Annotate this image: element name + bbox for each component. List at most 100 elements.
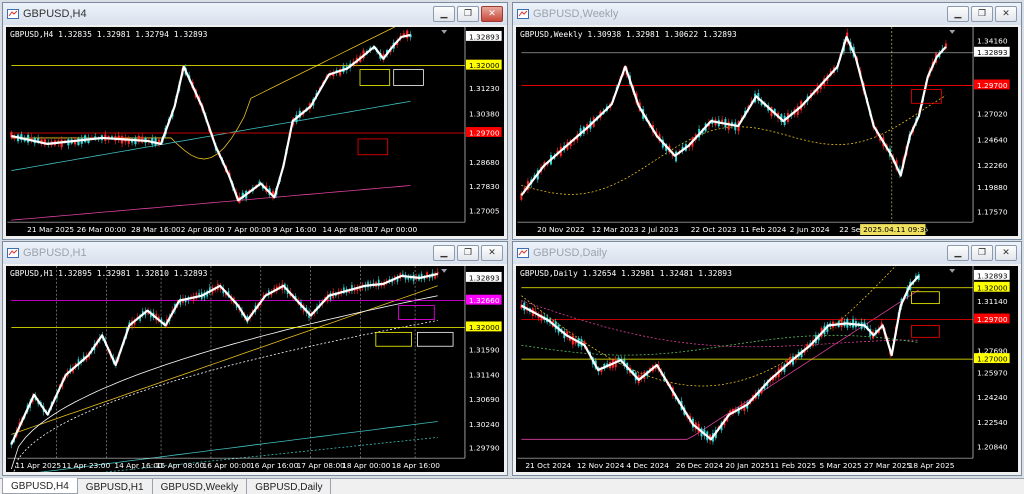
svg-text:1.22540: 1.22540 <box>977 418 1008 427</box>
price-label: 1.27000 <box>973 353 1010 364</box>
time-label: 11 Apr 2025 <box>15 461 61 470</box>
svg-text:1.17570: 1.17570 <box>977 208 1008 217</box>
time-label: 2 Apr 08:00 <box>181 225 225 234</box>
chart-window-h4: GBPUSD,H4 ▁ ❐ ✕ GBPUSD,H4 1.32835 1.3298… <box>2 2 508 240</box>
price-chart[interactable]: GBPUSD,H4 1.32835 1.32981 1.32794 1.3289… <box>6 27 504 236</box>
window-titlebar[interactable]: GBPUSD,H4 ▁ ❐ ✕ <box>3 3 507 25</box>
minimize-button[interactable]: ▁ <box>433 6 455 22</box>
window-titlebar[interactable]: GBPUSD,Daily ▁ ❐ ✕ <box>513 242 1021 264</box>
time-label: 12 Mar 2023 <box>592 225 639 234</box>
close-button[interactable]: ✕ <box>481 6 503 22</box>
price-label: 1.32000 <box>465 321 502 332</box>
close-button[interactable]: ✕ <box>481 245 503 261</box>
svg-text:1.31140: 1.31140 <box>469 370 500 379</box>
price-chart[interactable]: GBPUSD,H1 1.32895 1.32981 1.32810 1.3289… <box>6 266 504 472</box>
minimize-button[interactable]: ▁ <box>433 245 455 261</box>
price-label: 1.22260 <box>977 161 1008 170</box>
price-label: 1.24240 <box>977 393 1008 402</box>
tab-gbpusd-h4[interactable]: GBPUSD,H4 <box>2 478 78 494</box>
price-label: 1.32000 <box>973 281 1010 292</box>
svg-text:1.31140: 1.31140 <box>977 297 1008 306</box>
restore-button[interactable]: ❐ <box>971 245 993 261</box>
candlestick-chart-svg[interactable]: 1.328931.320001.311401.297001.276901.270… <box>516 266 1018 472</box>
time-label: 15 Apr 08:00 <box>156 461 205 470</box>
svg-text:1.29700: 1.29700 <box>469 128 500 137</box>
chart-window-icon <box>517 248 529 258</box>
svg-text:1.27830: 1.27830 <box>469 182 500 191</box>
candlestick-chart-svg[interactable]: 1.34160 1.32893 1.29700 1.27020 1.24640 1.222… <box>516 27 1018 236</box>
tab-gbpusd-daily[interactable]: GBPUSD,Daily <box>247 479 332 494</box>
price-label: 1.31590 <box>469 346 500 355</box>
time-label: 18 Apr 16:00 <box>392 461 441 470</box>
tab-gbpusd-weekly[interactable]: GBPUSD,Weekly <box>152 479 248 494</box>
price-label: 1.28680 <box>469 158 500 167</box>
price-label: 1.32660 <box>465 294 502 305</box>
close-button[interactable]: ✕ <box>995 245 1017 261</box>
price-label: 1.25970 <box>977 368 1008 377</box>
time-label: 4 Dec 2024 <box>626 461 669 470</box>
time-label: 17 Apr 08:00 <box>297 461 346 470</box>
restore-button[interactable]: ❐ <box>457 245 479 261</box>
time-label: 9 Apr 16:00 <box>273 225 317 234</box>
svg-text:1.31590: 1.31590 <box>469 346 500 355</box>
time-label: 7 Apr 00:00 <box>227 225 271 234</box>
time-label: 16 Apr 16:00 <box>250 461 299 470</box>
candlestick-chart-svg[interactable]: 1.32893 1.32660 1.32000 1.31590 1.31140 1.306… <box>6 266 504 472</box>
chart-window-icon <box>7 248 19 258</box>
price-label: 1.30380 <box>469 110 500 119</box>
svg-text:1.30240: 1.30240 <box>469 420 500 429</box>
chart-window-icon <box>7 9 19 19</box>
price-label: 1.31140 <box>469 370 500 379</box>
svg-text:1.30690: 1.30690 <box>469 395 500 404</box>
price-label: 1.30240 <box>469 420 500 429</box>
chart-window-weekly: GBPUSD,Weekly ▁ ❐ ✕ GBPUSD,Weekly 1.3093… <box>512 2 1022 240</box>
svg-text:1.32893: 1.32893 <box>977 48 1008 57</box>
time-label: 11 Apr 23:00 <box>62 461 111 470</box>
chart-window-h1: GBPUSD,H1 ▁ ❐ ✕ GBPUSD,H1 1.32895 1.3298… <box>2 241 508 476</box>
price-label: 1.32893 <box>465 271 502 282</box>
price-chart[interactable]: GBPUSD,Weekly 1.30938 1.32981 1.30622 1.… <box>516 27 1018 236</box>
time-label: 5 Mar 2025 <box>819 461 862 470</box>
svg-text:1.27005: 1.27005 <box>469 207 500 216</box>
candle-bull <box>840 318 843 328</box>
symbol-ohlc-label: GBPUSD,H4 1.32835 1.32981 1.32794 1.3289… <box>10 30 208 39</box>
price-label: 1.20840 <box>977 443 1008 452</box>
svg-text:1.30380: 1.30380 <box>469 110 500 119</box>
time-label: 28 Mar 16:00 <box>131 225 181 234</box>
price-label: 1.32893 <box>465 30 502 41</box>
close-button[interactable]: ✕ <box>995 6 1017 22</box>
chart-background <box>517 27 1017 236</box>
candlestick-chart-svg[interactable]: 1.32893 1.32000 1.31230 1.30380 1.29700 1.286… <box>6 27 504 236</box>
svg-text:1.32000: 1.32000 <box>469 323 500 332</box>
symbol-ohlc-label: GBPUSD,Weekly 1.30938 1.32981 1.30622 1.… <box>520 30 737 39</box>
window-titlebar[interactable]: GBPUSD,H1 ▁ ❐ ✕ <box>3 242 507 264</box>
price-chart[interactable]: GBPUSD,Daily 1.32654 1.32981 1.32481 1.3… <box>516 266 1018 472</box>
price-label: 1.32893 <box>974 46 1010 57</box>
candle-bull <box>727 121 730 130</box>
restore-button[interactable]: ❐ <box>971 6 993 22</box>
time-label: 18 Apr 00:00 <box>342 461 391 470</box>
svg-text:1.32893: 1.32893 <box>469 273 500 282</box>
time-label: 27 Mar 2025 <box>864 461 911 470</box>
price-label: 1.31140 <box>977 297 1008 306</box>
price-label: 1.24640 <box>977 135 1008 144</box>
price-label: 1.29700 <box>974 79 1010 90</box>
svg-text:1.32893: 1.32893 <box>977 271 1008 280</box>
tab-gbpusd-h1[interactable]: GBPUSD,H1 <box>77 479 153 494</box>
minimize-button[interactable]: ▁ <box>947 245 969 261</box>
window-titlebar[interactable]: GBPUSD,Weekly ▁ ❐ ✕ <box>513 3 1021 25</box>
time-label: 16 Apr 00:00 <box>203 461 252 470</box>
svg-text:1.29790: 1.29790 <box>469 444 500 453</box>
restore-button[interactable]: ❐ <box>457 6 479 22</box>
svg-text:1.34160: 1.34160 <box>977 36 1008 45</box>
symbol-ohlc-label: GBPUSD,Daily 1.32654 1.32981 1.32481 1.3… <box>520 269 732 278</box>
price-label: 1.29790 <box>469 444 500 453</box>
window-title: GBPUSD,H4 <box>23 8 87 20</box>
crosshair-time-label: 2025.04.11 09:30 <box>863 225 929 234</box>
time-label: 22 Oct 2023 <box>691 225 737 234</box>
minimize-button[interactable]: ▁ <box>947 6 969 22</box>
time-label: 2 Jun 2024 <box>790 225 830 234</box>
chart-background <box>517 266 1017 472</box>
price-label: 1.27005 <box>469 207 500 216</box>
svg-text:1.29700: 1.29700 <box>977 81 1008 90</box>
